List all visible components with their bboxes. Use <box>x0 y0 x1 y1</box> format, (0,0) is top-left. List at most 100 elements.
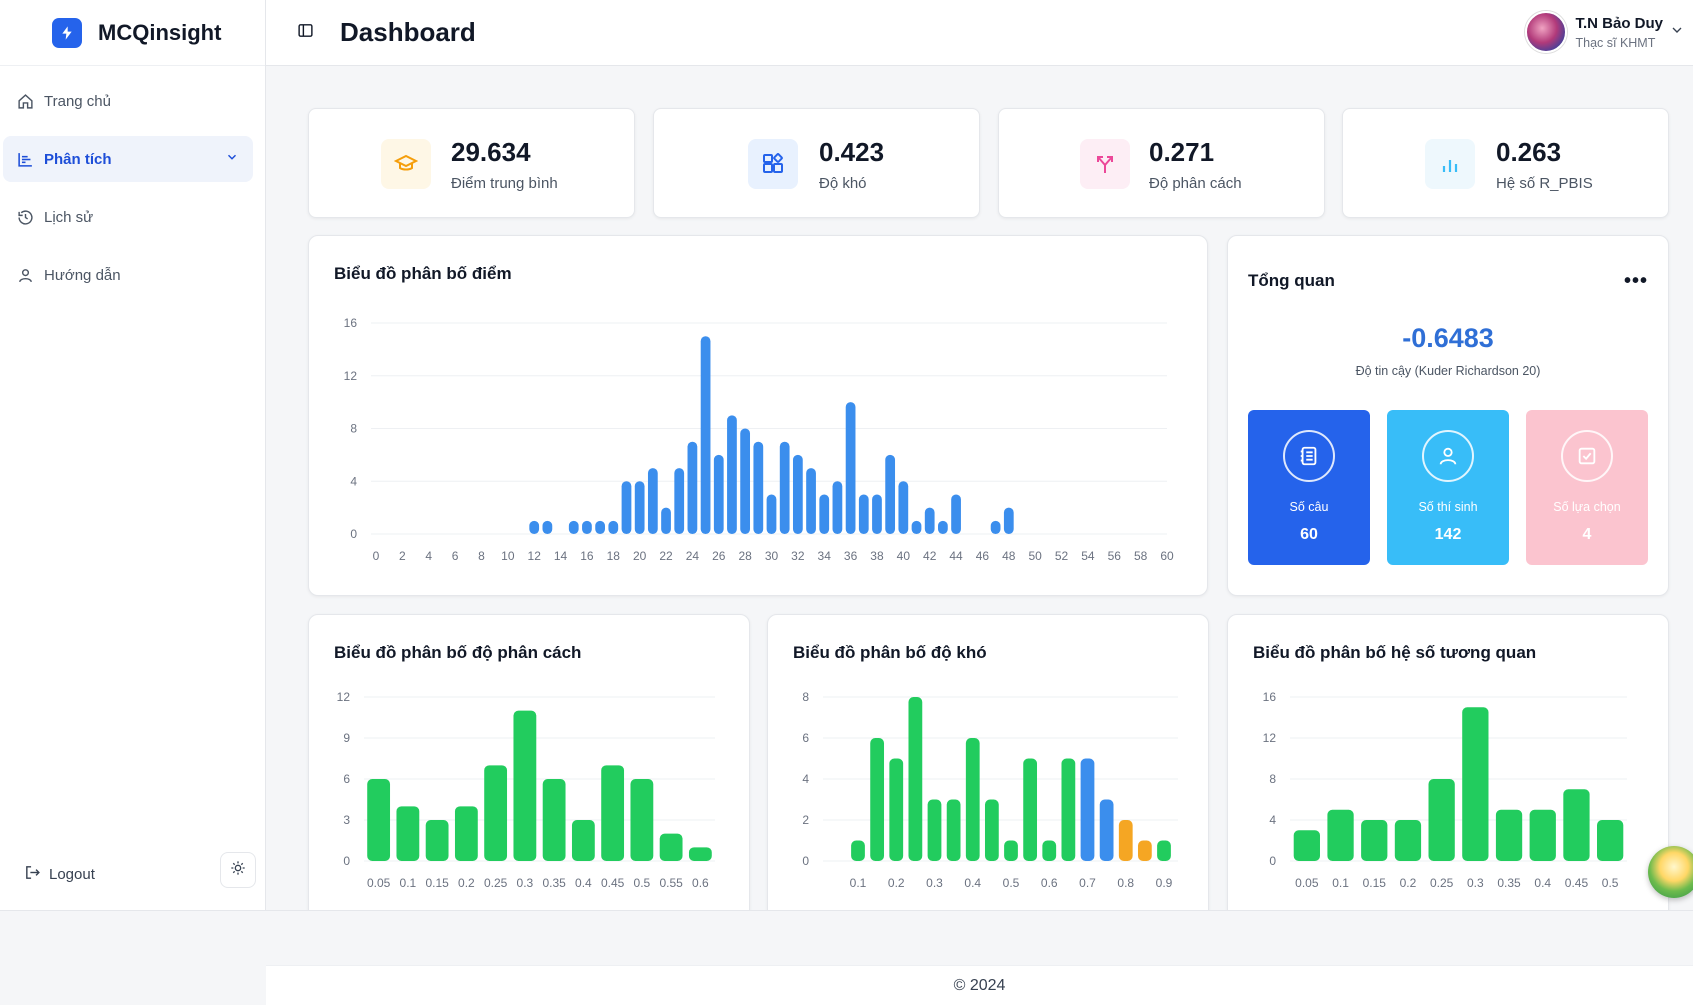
correlation-distribution-chart: 0 4 8 12 16 0.05 0.1 0.15 0.2 0.25 0.3 0.35 0.4 0.45 0… <box>1263 690 1627 890</box>
bar <box>951 494 961 534</box>
x-tick-label: 14 <box>554 549 568 563</box>
correlation-distribution-card: Biểu đồ phân bố hệ số tương quan 0 4 8 12 16… <box>1227 614 1669 922</box>
x-tick-label: 56 <box>1108 549 1122 563</box>
x-tick-label: 50 <box>1028 549 1042 563</box>
tile-label: Số lựa chọn <box>1553 500 1621 514</box>
sidebar-item-home[interactable]: Trang chủ <box>3 78 253 124</box>
sidebar-item-label: Trang chủ <box>44 92 111 110</box>
x-tick-label: 16 <box>580 549 594 563</box>
x-tick-label: 34 <box>818 549 832 563</box>
x-tick-label: 0.1 <box>400 876 417 890</box>
bar <box>529 520 540 534</box>
x-tick-label: 28 <box>738 549 752 563</box>
page-title: Dashboard <box>340 17 476 47</box>
x-tick-label: 8 <box>478 549 485 563</box>
tile-label: Số câu <box>1289 500 1329 514</box>
tile-students: Số thí sinh 142 <box>1387 410 1509 565</box>
bar <box>946 799 961 861</box>
bar <box>927 799 942 861</box>
bar <box>542 520 553 534</box>
sidebar-item-guide[interactable]: Hướng dẫn <box>3 252 253 298</box>
y-tick-label: 8 <box>802 690 809 704</box>
stat-label: Độ phân cách <box>1149 175 1242 192</box>
x-tick-label: 36 <box>844 549 858 563</box>
bar <box>1361 820 1388 861</box>
chevron-down-icon[interactable] <box>1669 22 1685 43</box>
bar <box>872 494 882 534</box>
x-tick-label: 10 <box>501 549 515 563</box>
bar <box>661 507 671 534</box>
avatar[interactable] <box>1525 11 1568 53</box>
x-tick-label: 0.1 <box>850 876 867 890</box>
bar <box>792 454 803 534</box>
bar <box>1157 840 1171 861</box>
bar <box>582 520 592 534</box>
bar <box>568 520 579 534</box>
user-menu[interactable]: T.N Bảo Duy Thạc sĩ KHMT <box>1525 11 1685 53</box>
theme-toggle-button[interactable] <box>220 852 256 888</box>
more-options-button[interactable]: ••• <box>1624 270 1648 293</box>
y-tick-label: 6 <box>802 731 809 745</box>
sidebar-toggle-button[interactable] <box>294 22 316 44</box>
bar <box>700 336 711 534</box>
kr20-label: Độ tin cậy (Kuder Richardson 20) <box>1355 364 1541 378</box>
bar <box>571 820 595 861</box>
x-tick-label: 0.25 <box>1430 876 1454 890</box>
bar <box>1293 830 1320 861</box>
top-header: Dashboard T.N Bảo Duy Thạc sĩ KHMT <box>266 0 1693 66</box>
x-tick-label: 0.7 <box>1079 876 1096 890</box>
x-tick-label: 12 <box>528 549 542 563</box>
bar <box>1495 809 1523 861</box>
bar <box>674 468 685 534</box>
chart-icon <box>16 150 34 168</box>
x-tick-label: 0.2 <box>1400 876 1417 890</box>
tile-value: 60 <box>1300 526 1318 543</box>
bar <box>454 806 478 861</box>
x-tick-label: 0.9 <box>1156 876 1173 890</box>
bar-chart-icon <box>1425 139 1475 189</box>
stat-value: 29.634 <box>451 137 531 167</box>
lightning-icon <box>52 17 82 48</box>
sun-icon <box>230 860 246 881</box>
bar <box>1327 809 1354 861</box>
x-tick-label: 0.3 <box>517 876 534 890</box>
x-tick-label: 0.4 <box>964 876 981 890</box>
chevron-down-icon[interactable] <box>225 150 239 168</box>
x-tick-label: 0.6 <box>692 876 709 890</box>
x-tick-label: 0.1 <box>1332 876 1349 890</box>
bar <box>542 779 566 861</box>
tile-choices: Số lựa chọn 4 <box>1526 410 1648 565</box>
x-tick-label: 48 <box>1002 549 1016 563</box>
bar <box>1137 840 1152 861</box>
bar <box>713 454 724 534</box>
sidebar-item-history[interactable]: Lịch sử <box>3 194 253 240</box>
bar <box>1023 758 1038 861</box>
x-tick-label: 30 <box>765 549 779 563</box>
bar <box>898 481 909 534</box>
floating-assistant-button[interactable] <box>1648 846 1693 898</box>
x-tick-label: 26 <box>712 549 726 563</box>
x-tick-label: 0.05 <box>367 876 391 890</box>
brand[interactable]: MCQinsight <box>0 0 265 66</box>
bar <box>819 494 830 534</box>
x-tick-label: 32 <box>791 549 805 563</box>
sidebar-nav: Trang chủ Phân tích Lịch sử Hướng dẫn <box>0 66 265 298</box>
sidebar-item-analysis[interactable]: Phân tích <box>3 136 253 182</box>
bar <box>845 402 856 534</box>
stat-label: Độ khó <box>819 175 867 192</box>
y-tick-label: 0 <box>1269 854 1276 868</box>
x-tick-label: 0.15 <box>425 876 449 890</box>
bar <box>659 833 683 861</box>
y-tick-label: 16 <box>344 316 358 330</box>
x-tick-label: 20 <box>633 549 647 563</box>
bar <box>601 765 625 861</box>
bar <box>1529 809 1556 861</box>
stat-label: Điểm trung bình <box>451 175 558 192</box>
x-tick-label: 0.35 <box>542 876 566 890</box>
x-tick-label: 2 <box>399 549 406 563</box>
bar <box>1428 779 1455 861</box>
logout-button[interactable]: Logout <box>24 864 95 885</box>
x-tick-label: 44 <box>949 549 963 563</box>
x-tick-label: 42 <box>923 549 937 563</box>
home-icon <box>16 92 34 110</box>
